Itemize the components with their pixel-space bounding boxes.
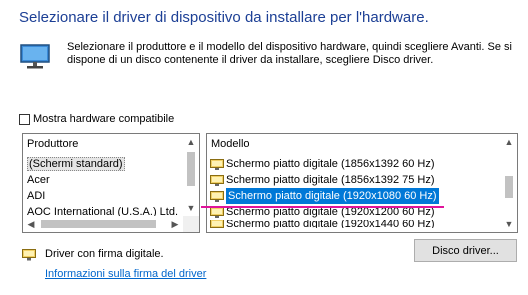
model-item-selected[interactable]: Schermo piatto digitale (1920x1080 60 Hz… [207, 188, 500, 204]
manufacturer-horizontal-scrollbar[interactable]: ◀ ▶ [23, 216, 183, 232]
scroll-down-arrow-icon[interactable]: ▼ [501, 216, 517, 232]
manufacturer-item[interactable]: (Schermi standard) [23, 156, 183, 172]
monitor-small-icon [210, 220, 224, 228]
monitor-small-icon [210, 174, 224, 186]
compatible-hardware-label[interactable]: Mostra hardware compatibile [33, 113, 174, 125]
manufacturer-item[interactable]: ADI [23, 188, 183, 204]
driver-signing-info-link[interactable]: Informazioni sulla firma del driver [45, 268, 206, 280]
model-item[interactable]: Schermo piatto digitale (1856x1392 75 Hz… [207, 172, 500, 188]
instructions-text: Selezionare il produttore e il modello d… [67, 41, 512, 66]
monitor-small-icon [210, 158, 224, 170]
have-disk-button[interactable]: Disco driver... [414, 239, 517, 262]
manufacturer-item[interactable]: Acer [23, 172, 183, 188]
manufacturer-listbox[interactable]: Produttore (Schermi standard) Acer ADI A… [22, 133, 200, 233]
scroll-up-arrow-icon[interactable]: ▲ [501, 134, 517, 150]
scroll-up-arrow-icon[interactable]: ▲ [183, 134, 199, 150]
scrollbar-thumb[interactable] [505, 176, 513, 198]
model-item[interactable]: Schermo piatto digitale (1920x1440 60 Hz… [207, 220, 500, 228]
manufacturer-list-header: Produttore [27, 138, 79, 150]
scrollbar-corner [183, 216, 199, 232]
monitor-icon [20, 44, 50, 69]
model-vertical-scrollbar[interactable]: ▲ ▼ [501, 134, 517, 232]
page-title: Selezionare il driver di dispositivo da … [19, 9, 429, 26]
scroll-left-arrow-icon[interactable]: ◀ [23, 216, 39, 232]
signed-driver-icon [22, 249, 36, 261]
scrollbar-thumb[interactable] [41, 220, 156, 228]
manufacturer-vertical-scrollbar[interactable]: ▲ ▼ [183, 134, 199, 216]
scroll-right-arrow-icon[interactable]: ▶ [167, 216, 183, 232]
model-item[interactable]: Schermo piatto digitale (1856x1392 60 Hz… [207, 156, 500, 172]
annotation-underline [201, 206, 444, 208]
model-listbox[interactable]: Modello Schermo piatto digitale (1856x13… [206, 133, 518, 233]
compatible-hardware-checkbox-row[interactable]: Mostra hardware compatibile [19, 113, 174, 125]
scrollbar-thumb[interactable] [187, 152, 195, 186]
model-list-header: Modello [211, 138, 250, 150]
monitor-small-icon [210, 190, 224, 202]
monitor-small-icon [210, 206, 224, 218]
signature-status-text: Driver con firma digitale. [45, 248, 164, 260]
scroll-down-arrow-icon[interactable]: ▼ [183, 200, 199, 216]
compatible-hardware-checkbox[interactable] [19, 113, 30, 125]
